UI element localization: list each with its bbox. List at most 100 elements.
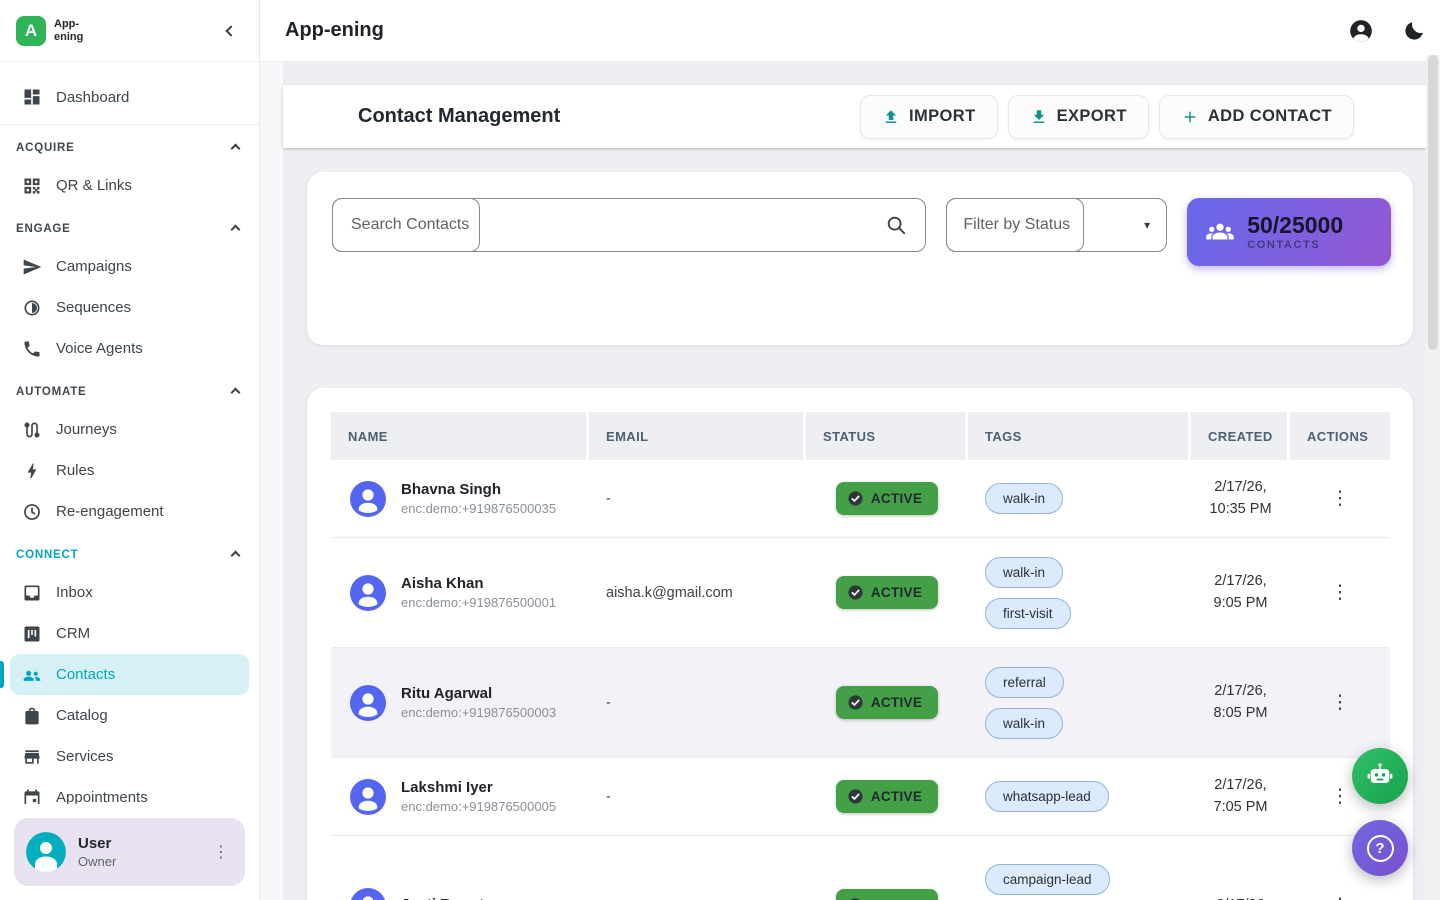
sidebar-item-contacts[interactable]: Contacts [10,654,249,695]
tag-chip: walk-in [985,557,1063,588]
section-automate[interactable]: AUTOMATE [0,375,259,409]
store-icon [22,747,42,767]
contacts-counter: 50/25000 CONTACTS [1187,198,1391,266]
contact-created: 2/17/26,10:35 PM [1191,477,1290,519]
sidebar-item-journeys[interactable]: Journeys [0,409,259,450]
tag-chip: first-visit [985,598,1071,629]
status-badge: ACTIVE [836,686,938,719]
sidebar-item-sequences[interactable]: Sequences [0,287,259,328]
status-badge: ACTIVE [836,780,938,813]
contact-name: Jyoti Rawat [401,896,484,900]
user-card[interactable]: User Owner ⋮ [14,818,245,886]
add-contact-button[interactable]: ADD CONTACT [1159,95,1354,139]
user-name: User [78,835,116,852]
upload-icon [882,108,900,126]
clock-icon [22,502,42,522]
status-filter-label: Filter by Status [963,216,1070,234]
import-button[interactable]: IMPORT [860,95,998,139]
check-circle-icon [847,694,864,711]
brand-logo: A [16,16,46,46]
search-label: Search Contacts [351,216,469,234]
row-menu-button[interactable]: ⋮ [1321,579,1360,606]
bag-icon [22,706,42,726]
table-row[interactable]: Lakshmi Iyer enc:demo:+919876500005 - AC… [331,758,1390,836]
chevron-up-icon [231,224,241,234]
help-fab[interactable]: ? [1352,820,1408,876]
sidebar-item-rules[interactable]: Rules [0,450,259,491]
app-title: App-ening [285,19,384,42]
table-row[interactable]: Ritu Agarwal enc:demo:+919876500003 - AC… [331,648,1390,758]
table-body: Bhavna Singh enc:demo:+919876500035 - AC… [331,460,1390,900]
chevron-up-icon [231,387,241,397]
user-avatar [26,832,66,872]
contact-created: 2/17/26,9:05 PM [1191,571,1290,613]
contact-created: 2/17/26 [1191,895,1290,900]
sidebar-item-qr-links[interactable]: QR & Links [0,165,259,206]
tag-chip: walk-in [985,708,1063,739]
contact-name: Aisha Khan [401,575,556,592]
contacts-table: NAMEEMAILSTATUSTAGSCREATEDACTIONS Bhavna… [307,388,1413,900]
contact-phone: enc:demo:+919876500035 [401,501,556,516]
contact-email: - [589,491,806,507]
sidebar-item-services[interactable]: Services [0,736,259,777]
search-input[interactable]: Search Contacts [332,198,926,252]
chatbot-fab[interactable] [1352,748,1408,804]
sidebar-item-catalog[interactable]: Catalog [0,695,259,736]
row-menu-button[interactable]: ⋮ [1321,485,1360,512]
section-acquire[interactable]: ACQUIRE [0,131,259,165]
column-header: TAGS [968,412,1191,460]
route-icon [22,420,42,440]
contact-email: aisha.k@gmail.com [589,585,806,601]
contact-email: - [589,789,806,805]
qr-code-icon [22,176,42,196]
robot-icon [1366,762,1394,790]
sidebar-item-appointments[interactable]: Appointments [0,777,259,804]
page-title: Contact Management [358,105,560,128]
column-header: CREATED [1191,412,1290,460]
sidebar-item-inbox[interactable]: Inbox [0,572,259,613]
table-header: NAMEEMAILSTATUSTAGSCREATEDACTIONS [331,412,1390,460]
status-filter-select[interactable]: Filter by Status ▾ [946,198,1167,252]
contact-avatar-icon [350,575,386,611]
table-row[interactable]: Jyoti Rawat ACTIVE campaign-lead 2/17/26… [331,836,1390,900]
brand-name: App- ening [54,18,83,42]
table-row[interactable]: Bhavna Singh enc:demo:+919876500035 - AC… [331,460,1390,538]
contact-created: 2/17/26,7:05 PM [1191,775,1290,817]
export-button[interactable]: EXPORT [1008,95,1149,139]
contact-tags: walk-in first-visit [968,557,1191,629]
contact-phone: enc:demo:+919876500005 [401,799,556,814]
column-header: NAME [331,412,589,460]
sidebar-item-crm[interactable]: CRM [0,613,259,654]
sidebar-item-voice-agents[interactable]: Voice Agents [0,328,259,369]
contact-avatar-icon [350,685,386,721]
dark-mode-toggle[interactable] [1402,19,1426,43]
sidebar-item-dashboard[interactable]: Dashboard [0,74,259,120]
row-menu-button[interactable]: ⋮ [1321,892,1360,900]
scrollbar-thumb[interactable] [1428,55,1438,350]
contact-tags: campaign-lead [968,836,1191,895]
chevron-left-icon [225,25,236,36]
tag-chip: whatsapp-lead [985,781,1109,812]
tag-chip: referral [985,667,1064,698]
contact-avatar-icon [350,779,386,815]
section-connect[interactable]: CONNECT [0,538,259,572]
table-row[interactable]: Aisha Khan enc:demo:+919876500001 aisha.… [331,538,1390,648]
check-circle-icon [847,490,864,507]
contacts-count: 50/25000 [1247,213,1343,238]
sequence-icon [22,298,42,318]
sidebar-item-campaigns[interactable]: Campaigns [0,246,259,287]
dashboard-icon [22,87,42,107]
chevron-up-icon [231,143,241,153]
sidebar-collapse-button[interactable] [221,21,241,41]
sidebar-item-re-engagement[interactable]: Re-engagement [0,491,259,532]
contact-phone: enc:demo:+919876500003 [401,705,556,720]
column-header: EMAIL [589,412,806,460]
sidebar-header: A App- ening [0,0,259,62]
account-button[interactable] [1348,18,1374,44]
sidebar-user-area: User Owner ⋮ [0,804,259,900]
search-icon[interactable] [885,214,907,236]
row-menu-button[interactable]: ⋮ [1321,689,1360,716]
section-engage[interactable]: ENGAGE [0,212,259,246]
calendar-icon [22,788,42,805]
user-menu-button[interactable]: ⋮ [209,838,233,866]
